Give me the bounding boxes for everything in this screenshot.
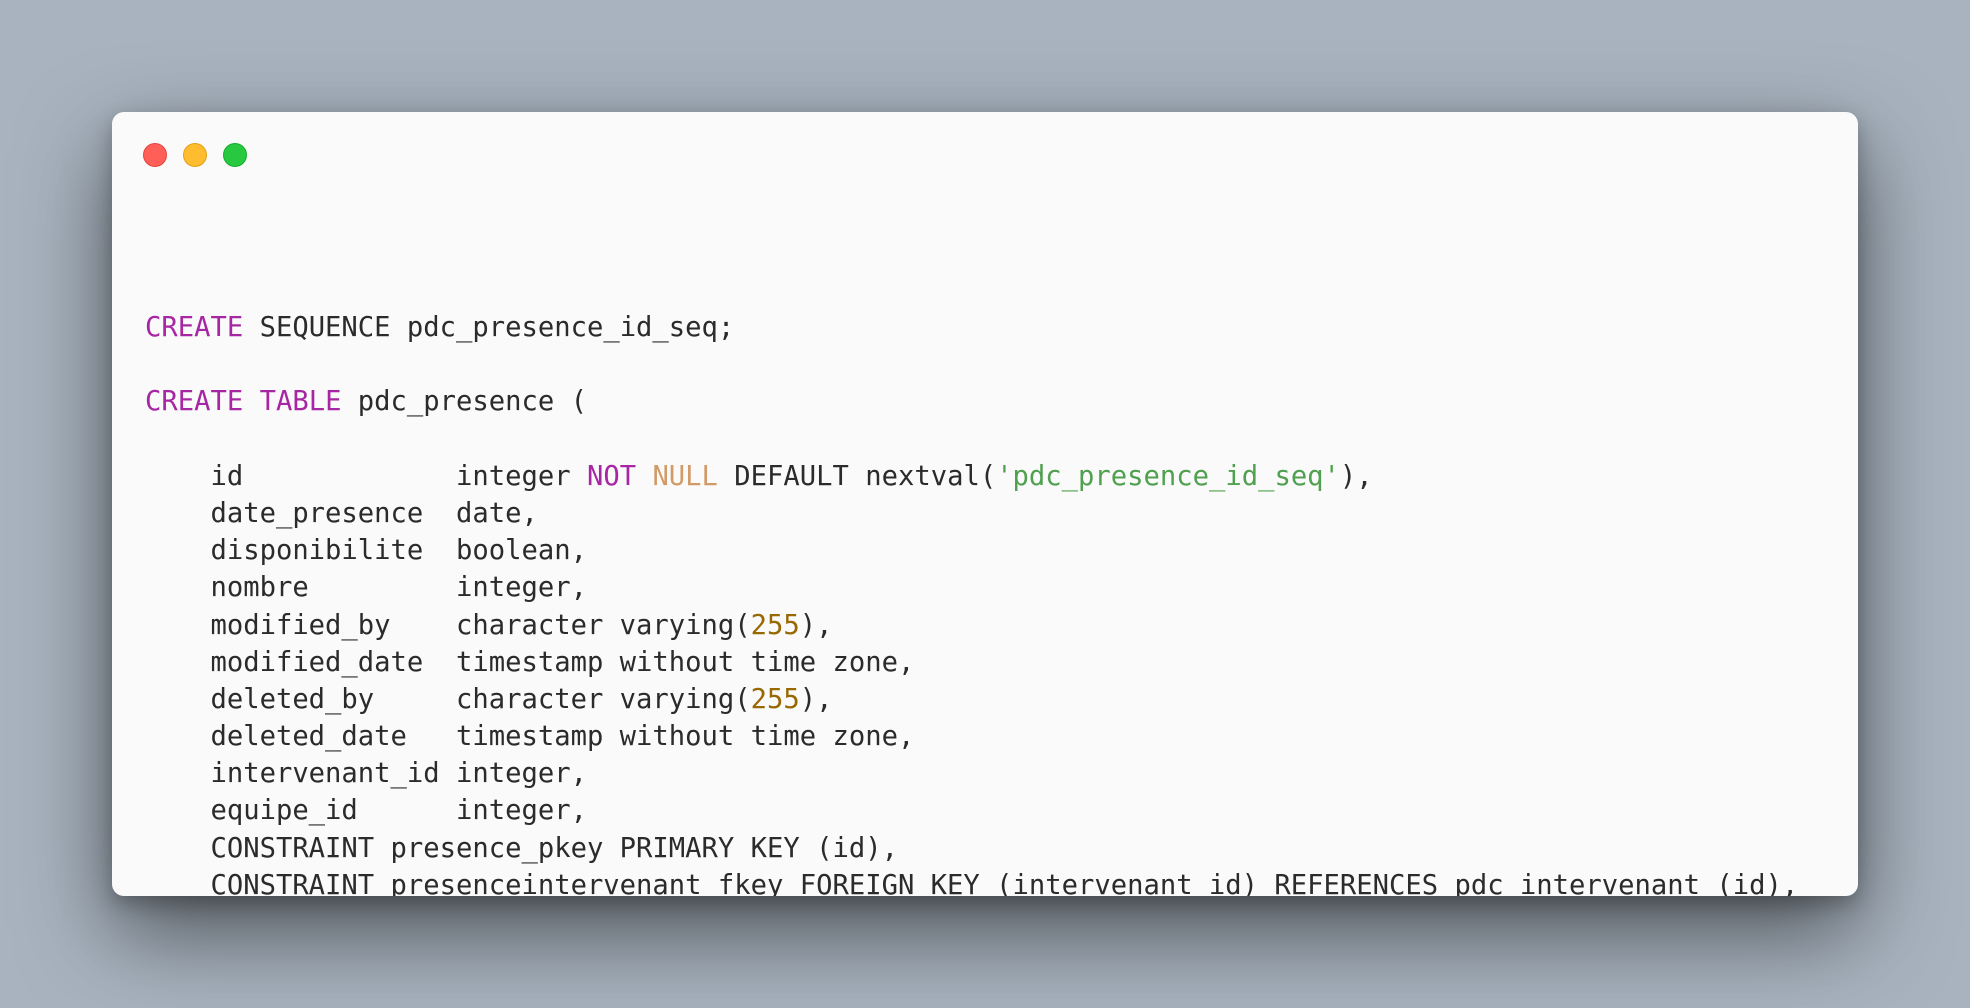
- code-line: ​: [145, 346, 1798, 383]
- code-line: ​: [145, 421, 1798, 458]
- code-line: CREATE SEQUENCE pdc_presence_id_seq;: [145, 309, 1798, 346]
- sql-number: 255: [750, 683, 800, 715]
- sql-text: modified_date timestamp without time zon…: [145, 646, 915, 678]
- sql-text: nombre integer,: [145, 572, 587, 604]
- code-line: deleted_by character varying(255),: [145, 681, 1798, 718]
- code-line: id integer NOT NULL DEFAULT nextval('pdc…: [145, 458, 1798, 495]
- sql-text: disponibilite boolean,: [145, 535, 587, 567]
- sql-text: equipe_id integer,: [145, 795, 587, 827]
- sql-text: DEFAULT nextval(: [717, 460, 997, 492]
- window-titlebar: [112, 112, 1858, 182]
- sql-text: ),: [1339, 460, 1373, 492]
- sql-text: CONSTRAINT presence_pkey PRIMARY KEY (id…: [145, 832, 898, 864]
- sql-text: ),: [799, 609, 833, 641]
- code-line: CONSTRAINT presence_pkey PRIMARY KEY (id…: [145, 830, 1798, 867]
- sql-keyword: NOT: [586, 460, 637, 492]
- sql-number: 255: [750, 609, 800, 641]
- code-line: equipe_id integer,: [145, 792, 1798, 829]
- code-window: CREATE SEQUENCE pdc_presence_id_seq;​CRE…: [112, 112, 1858, 896]
- code-line: date_presence date,: [145, 495, 1798, 532]
- sql-keyword: TABLE: [259, 386, 342, 418]
- minimize-window-button[interactable]: [183, 143, 207, 167]
- sql-text: modified_by character varying(: [145, 609, 751, 641]
- sql-keyword: CREATE: [145, 386, 244, 418]
- sql-text: date_presence date,: [145, 497, 538, 529]
- code-line: deleted_date timestamp without time zone…: [145, 718, 1798, 755]
- sql-text: intervenant_id integer,: [145, 758, 587, 790]
- sql-code-block: CREATE SEQUENCE pdc_presence_id_seq;​CRE…: [145, 309, 1798, 896]
- maximize-window-button[interactable]: [223, 143, 247, 167]
- code-line: modified_date timestamp without time zon…: [145, 644, 1798, 681]
- sql-keyword: CREATE: [145, 312, 244, 343]
- sql-string: 'pdc_presence_id_seq': [996, 460, 1340, 492]
- sql-text: id integer: [145, 460, 587, 492]
- close-window-button[interactable]: [143, 143, 167, 167]
- sql-text: CONSTRAINT presenceintervenant_fkey FORE…: [145, 869, 1799, 896]
- code-line: CONSTRAINT presenceintervenant_fkey FORE…: [145, 867, 1798, 896]
- sql-text: deleted_by character varying(: [145, 683, 751, 715]
- sql-literal: NULL: [652, 460, 718, 492]
- sql-text: pdc_presence (: [341, 386, 587, 418]
- code-line: CREATE TABLE pdc_presence (: [145, 383, 1798, 420]
- code-line: intervenant_id integer,: [145, 755, 1798, 792]
- sql-text: SEQUENCE pdc_presence_id_seq;: [243, 312, 735, 343]
- code-line: nombre integer,: [145, 569, 1798, 606]
- sql-text: ),: [799, 683, 833, 715]
- code-line: disponibilite boolean,: [145, 532, 1798, 569]
- sql-text: deleted_date timestamp without time zone…: [145, 721, 915, 753]
- code-line: modified_by character varying(255),: [145, 607, 1798, 644]
